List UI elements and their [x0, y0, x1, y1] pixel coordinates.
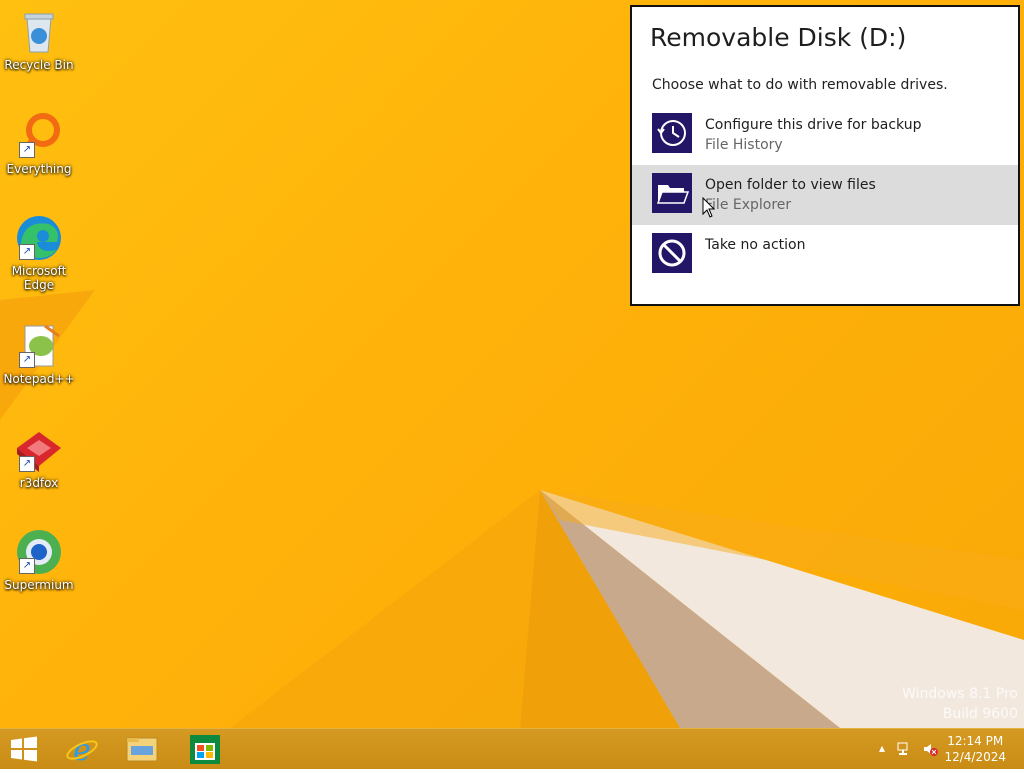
taskbar-file-explorer[interactable] [118, 729, 166, 769]
start-button[interactable] [0, 729, 48, 769]
option-take-no-action[interactable]: Take no action [632, 225, 1018, 285]
option-desc: File Explorer [705, 197, 792, 213]
file-history-icon [652, 113, 692, 153]
desktop-icon-label: Supermium [4, 578, 74, 592]
volume-muted-icon[interactable] [922, 741, 938, 757]
desktop-icon-notepadpp[interactable]: ↗ Notepad++ [2, 322, 76, 386]
desktop-icon-supermium[interactable]: ↗ Supermium [2, 528, 76, 592]
desktop-icon-label: Notepad++ [3, 372, 75, 386]
watermark-line2: Build 9600 [942, 706, 1018, 722]
mouse-cursor-icon [702, 197, 716, 218]
edge-icon: ↗ [15, 214, 63, 262]
file-explorer-icon [126, 737, 158, 762]
clock-date: 12/4/2024 [944, 750, 1006, 764]
option-open-folder[interactable]: Open folder to view files File Explorer [632, 165, 1018, 225]
watermark-line1: Windows 8.1 Pro [902, 686, 1018, 702]
taskbar-internet-explorer[interactable]: e [58, 729, 106, 769]
taskbar: e ▴ 12:14 PM 12/4/2024 [0, 728, 1024, 769]
desktop-icon-label: Recycle Bin [4, 58, 74, 72]
option-label: Configure this drive for backup [705, 117, 922, 133]
shortcut-arrow-icon: ↗ [19, 456, 35, 472]
autoplay-panel: Removable Disk (D:) Choose what to do wi… [630, 5, 1020, 306]
notepadpp-icon: ↗ [15, 322, 63, 370]
svg-text:e: e [73, 733, 91, 768]
option-label: Take no action [705, 237, 806, 253]
desktop-icon-recycle-bin[interactable]: Recycle Bin [2, 8, 76, 72]
option-desc: File History [705, 137, 783, 153]
option-label: Open folder to view files [705, 177, 876, 193]
clock-time: 12:14 PM [947, 734, 1004, 748]
no-action-icon [652, 233, 692, 273]
network-icon[interactable] [896, 741, 912, 757]
desktop-icon-label: r3dfox [19, 476, 59, 490]
r3dfox-icon: ↗ [15, 426, 63, 474]
os-version-watermark: Windows 8.1 Pro Build 9600 [902, 684, 1018, 724]
panel-title: Removable Disk (D:) [650, 23, 907, 52]
everything-search-icon: ↗ [15, 112, 63, 160]
show-hidden-icons-icon[interactable]: ▴ [874, 741, 890, 757]
shortcut-arrow-icon: ↗ [19, 558, 35, 574]
desktop-icon-label: Microsoft Edge [11, 264, 67, 292]
store-icon [190, 735, 220, 764]
taskbar-store[interactable] [180, 729, 228, 769]
windows-logo-icon [11, 736, 37, 762]
shortcut-arrow-icon: ↗ [19, 142, 35, 158]
desktop-icon-everything[interactable]: ↗ Everything [2, 112, 76, 176]
open-folder-icon [652, 173, 692, 213]
desktop-icon-r3dfox[interactable]: ↗ r3dfox [2, 426, 76, 490]
panel-subtitle: Choose what to do with removable drives. [652, 77, 948, 93]
desktop-icon-edge[interactable]: ↗ Microsoft Edge [2, 214, 76, 292]
system-clock[interactable]: 12:14 PM 12/4/2024 [944, 733, 1006, 765]
option-configure-backup[interactable]: Configure this drive for backup File His… [632, 105, 1018, 165]
supermium-icon: ↗ [15, 528, 63, 576]
internet-explorer-icon: e [66, 733, 98, 768]
desktop-icon-label: Everything [6, 162, 72, 176]
shortcut-arrow-icon: ↗ [19, 244, 35, 260]
shortcut-arrow-icon: ↗ [19, 352, 35, 368]
recycle-bin-icon [15, 8, 63, 56]
